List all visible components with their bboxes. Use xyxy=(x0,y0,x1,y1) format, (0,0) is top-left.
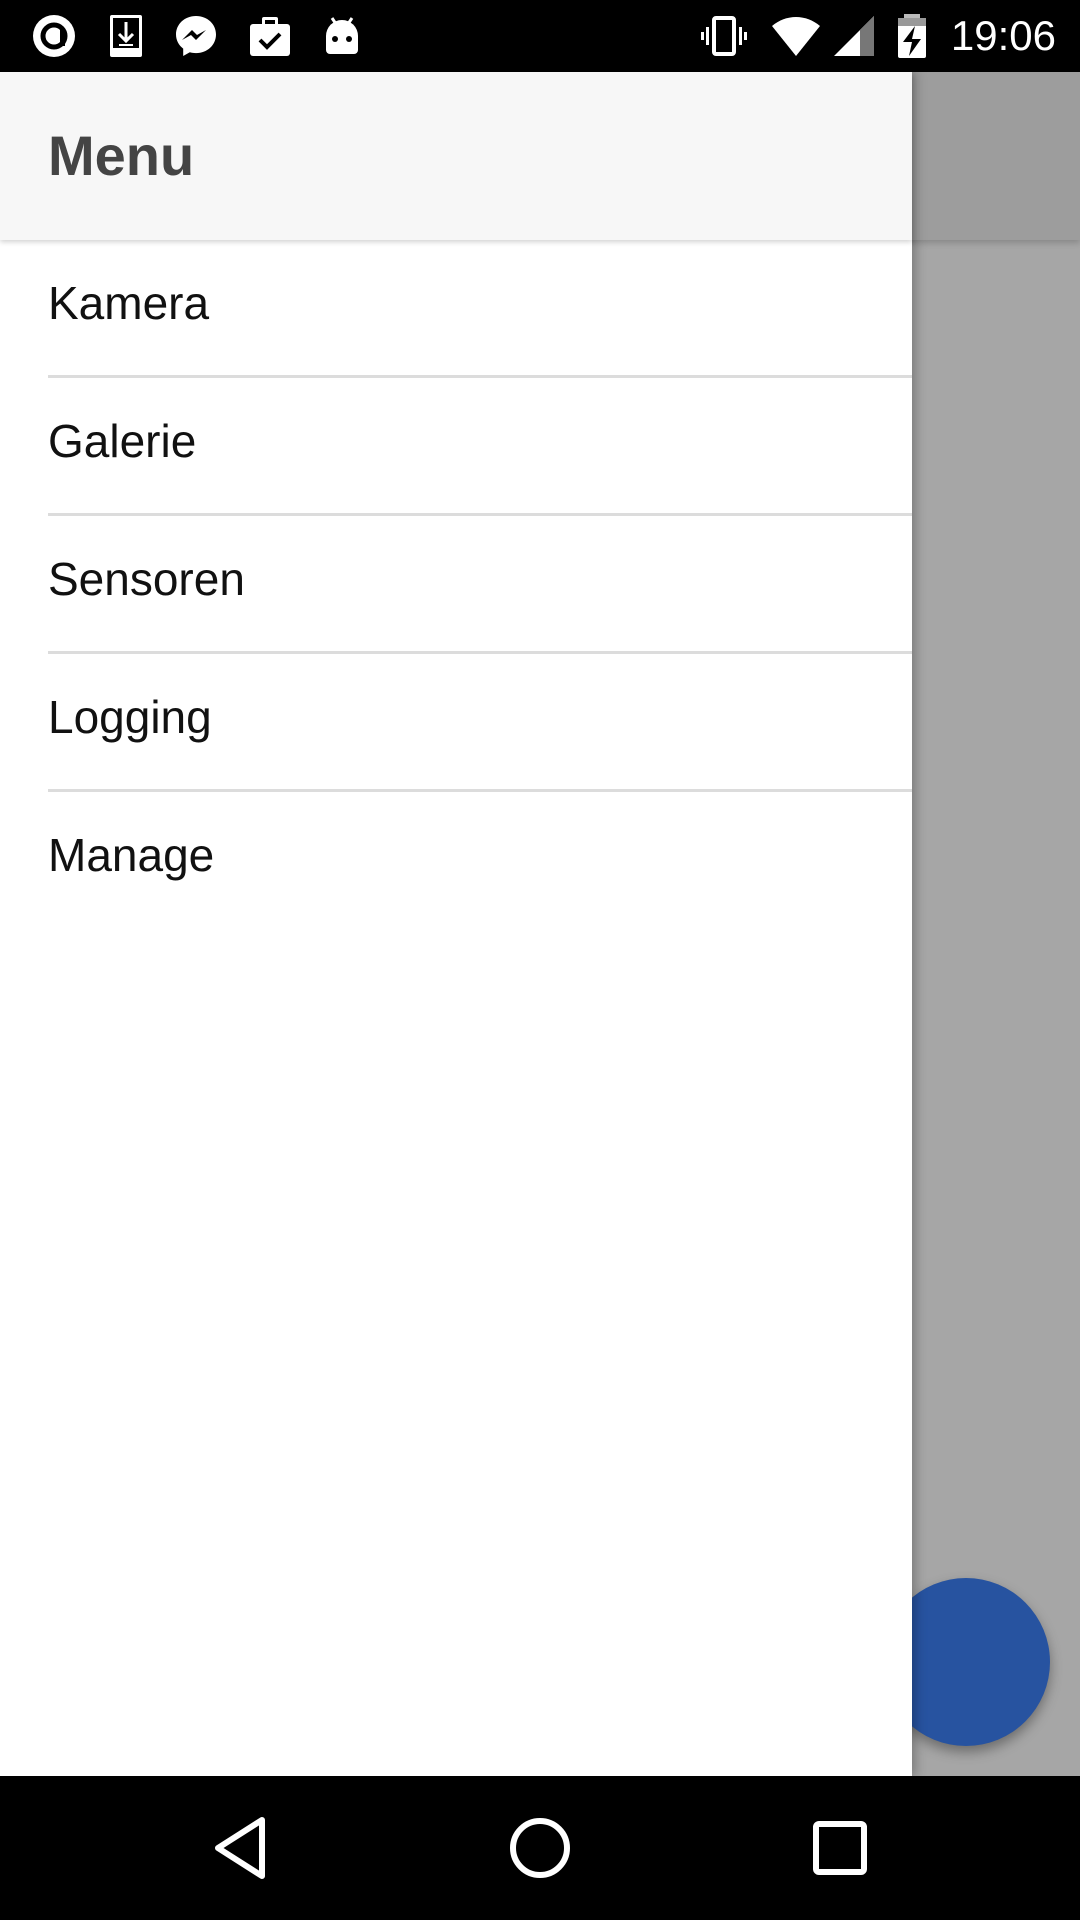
menu-item-manage[interactable]: Manage xyxy=(0,792,912,930)
status-bar: 19:06 xyxy=(0,0,1080,72)
wifi-icon xyxy=(772,12,820,60)
menu-item-kamera[interactable]: Kamera xyxy=(0,240,912,378)
drawer-title: Menu xyxy=(48,124,195,187)
android-icon xyxy=(318,12,366,60)
system-nav-bar xyxy=(0,1776,1080,1920)
home-icon[interactable] xyxy=(504,1812,576,1884)
navigation-drawer: Menu Kamera Galerie Sensoren Logging Man… xyxy=(0,72,912,1776)
drawer-header: Menu xyxy=(0,72,912,240)
clipboard-check-icon xyxy=(246,12,294,60)
drawer-menu-list: Kamera Galerie Sensoren Logging Manage xyxy=(0,240,912,930)
menu-item-sensoren[interactable]: Sensoren xyxy=(0,516,912,654)
download-icon xyxy=(102,12,150,60)
app-circle-a-icon xyxy=(30,12,78,60)
messenger-icon xyxy=(172,12,220,60)
battery-charging-icon xyxy=(888,12,936,60)
menu-item-logging[interactable]: Logging xyxy=(0,654,912,792)
status-time: 19:06 xyxy=(950,12,1056,59)
cell-signal-icon xyxy=(830,12,878,60)
menu-item-galerie[interactable]: Galerie xyxy=(0,378,912,516)
vibrate-icon xyxy=(700,12,748,60)
back-icon[interactable] xyxy=(204,1812,276,1884)
recents-icon[interactable] xyxy=(804,1812,876,1884)
